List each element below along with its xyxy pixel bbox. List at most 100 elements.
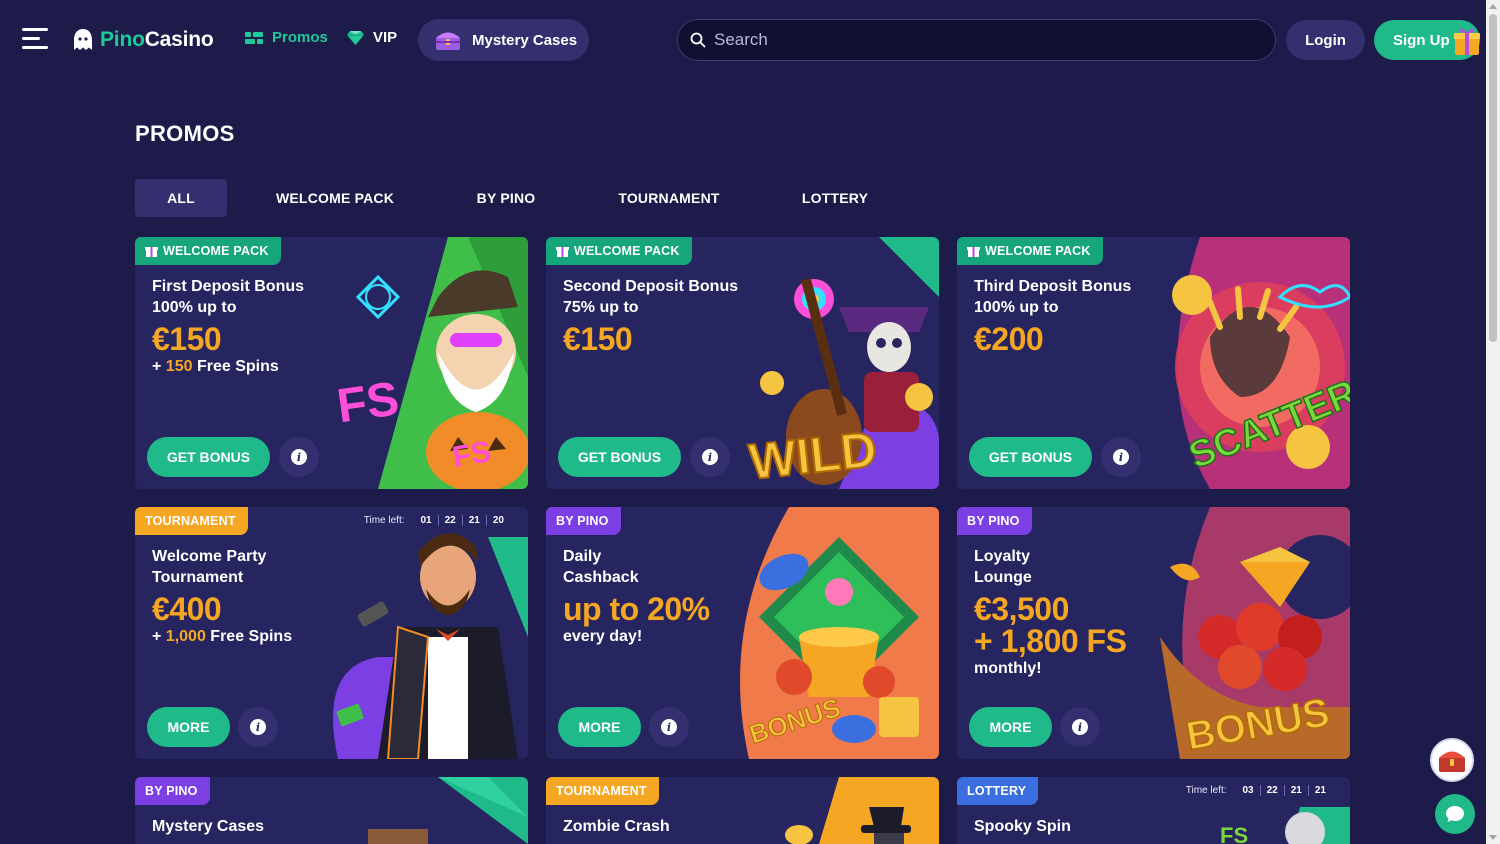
badge-tournament: TOURNAMENT [135,507,248,535]
card-title: Zombie Crash [563,818,670,835]
card-title: Mystery Cases [152,818,265,835]
badge-lottery: LOTTERY [957,777,1039,805]
search-icon [690,32,706,48]
promos-icon [245,31,263,44]
more-button[interactable]: MORE [558,707,641,747]
badge-tournament: TOURNAMENT [546,777,659,805]
card-extra: every day! [563,628,643,645]
gift-badge-icon [556,247,569,257]
badge-welcome-pack: WELCOME PACK [957,237,1103,265]
search-input[interactable] [714,30,1254,50]
search-bar[interactable] [677,19,1276,61]
card-title: Third Deposit Bonus [974,278,1132,295]
nav-vip[interactable]: VIP [346,29,397,46]
info-icon: i [291,449,307,465]
ghost-logo-icon [74,29,92,50]
timer-label: Time left: [363,515,405,526]
card-extra: monthly! [974,660,1042,677]
scatter-claw-illustration: SCATTER [1172,237,1350,489]
badge-label: WELCOME PACK [574,244,680,258]
chat-bubble-icon [1446,806,1464,822]
promo-card-welcome-party-tournament: TOURNAMENT Time left: 01 22 21 20 Welcom… [135,507,528,759]
info-icon: i [250,719,266,735]
countdown-timer: Time left: 03 22 21 21 [1186,785,1332,796]
gift-icon [1454,28,1480,55]
nav-promos[interactable]: Promos [244,29,328,46]
promo-card-spooky-spin: FS LOTTERY Time left: 03 22 21 21 Spooky… [957,777,1350,844]
info-button[interactable]: i [1101,437,1141,477]
top-header: PinoCasino Promos VIP Mystery Cases Log [0,0,1486,80]
promo-card-third-deposit: SCATTER WELCOME PACK Third Deposit Bonus… [957,237,1350,489]
treasure-chest-icon [1439,751,1465,772]
showman-illustration [333,533,528,759]
logo[interactable]: PinoCasino [72,26,214,54]
timer-days: 01 [420,515,432,526]
live-chat-button[interactable] [1435,794,1475,834]
scroll-down-arrow[interactable] [1489,835,1497,840]
info-icon: i [1072,719,1088,735]
info-icon: i [1113,449,1129,465]
timer-label: Time left: [1185,785,1227,796]
page-title: PROMOS [135,121,235,146]
diamond-icon [347,30,364,45]
timer-seconds: 20 [485,515,510,526]
badge-by-pino: BY PINO [135,777,210,805]
nav-vip-label: VIP [373,29,398,46]
promo-card-mystery-cases: BY PINO Mystery Cases [135,777,528,844]
badge-label: WELCOME PACK [985,244,1091,258]
promo-card-zombie-crash: TOURNAMENT Zombie Crash [546,777,939,844]
badge-by-pino: BY PINO [546,507,621,535]
info-button[interactable]: i [238,707,278,747]
timer-minutes: 21 [461,515,486,526]
info-button[interactable]: i [649,707,689,747]
get-bonus-button[interactable]: GET BONUS [558,437,681,477]
tab-lottery[interactable]: LOTTERY [787,179,883,217]
gift-badge-icon [145,247,158,257]
trophy-cashback-illustration: BONUS [740,507,939,759]
scroll-up-arrow[interactable] [1489,4,1497,9]
card-title: Second Deposit Bonus [563,278,739,295]
scrollbar-thumb[interactable] [1489,14,1497,342]
treasure-chest-icon [436,32,460,50]
wizard-pumpkin-illustration: FS FS [334,237,528,489]
info-icon: i [661,719,677,735]
mystery-cases-button[interactable]: Mystery Cases [418,19,589,61]
badge-label: TOURNAMENT [145,514,236,528]
get-bonus-button[interactable]: GET BONUS [969,437,1092,477]
card-title: Spooky Spin [974,818,1071,835]
more-button[interactable]: MORE [969,707,1052,747]
card-amount-secondary: + 1,800 FS [974,623,1127,659]
card-amount: €400 [152,591,222,627]
timer-minutes: 21 [1283,785,1308,796]
promo-card-first-deposit: FS FS WELCOME PACK First Deposit Bonus 1… [135,237,528,489]
gift-badge-icon [967,247,980,257]
badge-label: BY PINO [145,784,198,798]
info-button[interactable]: i [279,437,319,477]
skeleton-guitar-illustration: WILD [745,237,939,489]
card-title: Daily Cashback [563,548,639,586]
tab-all[interactable]: ALL [135,179,227,217]
floating-mystery-case-button[interactable] [1430,738,1474,782]
timer-hours: 22 [1259,785,1284,796]
countdown-timer: Time left: 01 22 21 20 [364,515,510,526]
login-button[interactable]: Login [1286,20,1365,60]
get-bonus-button[interactable]: GET BONUS [147,437,270,477]
info-button[interactable]: i [1060,707,1100,747]
mystery-cases-label: Mystery Cases [472,31,578,49]
info-icon: i [702,449,718,465]
timer-hours: 22 [437,515,462,526]
info-button[interactable]: i [690,437,730,477]
more-button[interactable]: MORE [147,707,230,747]
art-fs-small-text: FS [450,435,493,474]
page-scrollbar[interactable] [1486,0,1500,844]
card-extra: + 1,000 Free Spins [152,628,293,645]
promo-card-daily-cashback: BONUS BY PINO Daily Cashback up to 20% ev… [546,507,939,759]
card-amount: €150 [152,321,222,357]
badge-label: WELCOME PACK [163,244,269,258]
badge-label: BY PINO [556,514,609,528]
menu-icon[interactable] [22,28,48,50]
tab-tournament[interactable]: TOURNAMENT [601,179,737,217]
card-subtitle: 100% up to [152,299,237,316]
tab-by-pino[interactable]: BY PINO [461,179,551,217]
tab-welcome-pack[interactable]: WELCOME PACK [259,179,411,217]
